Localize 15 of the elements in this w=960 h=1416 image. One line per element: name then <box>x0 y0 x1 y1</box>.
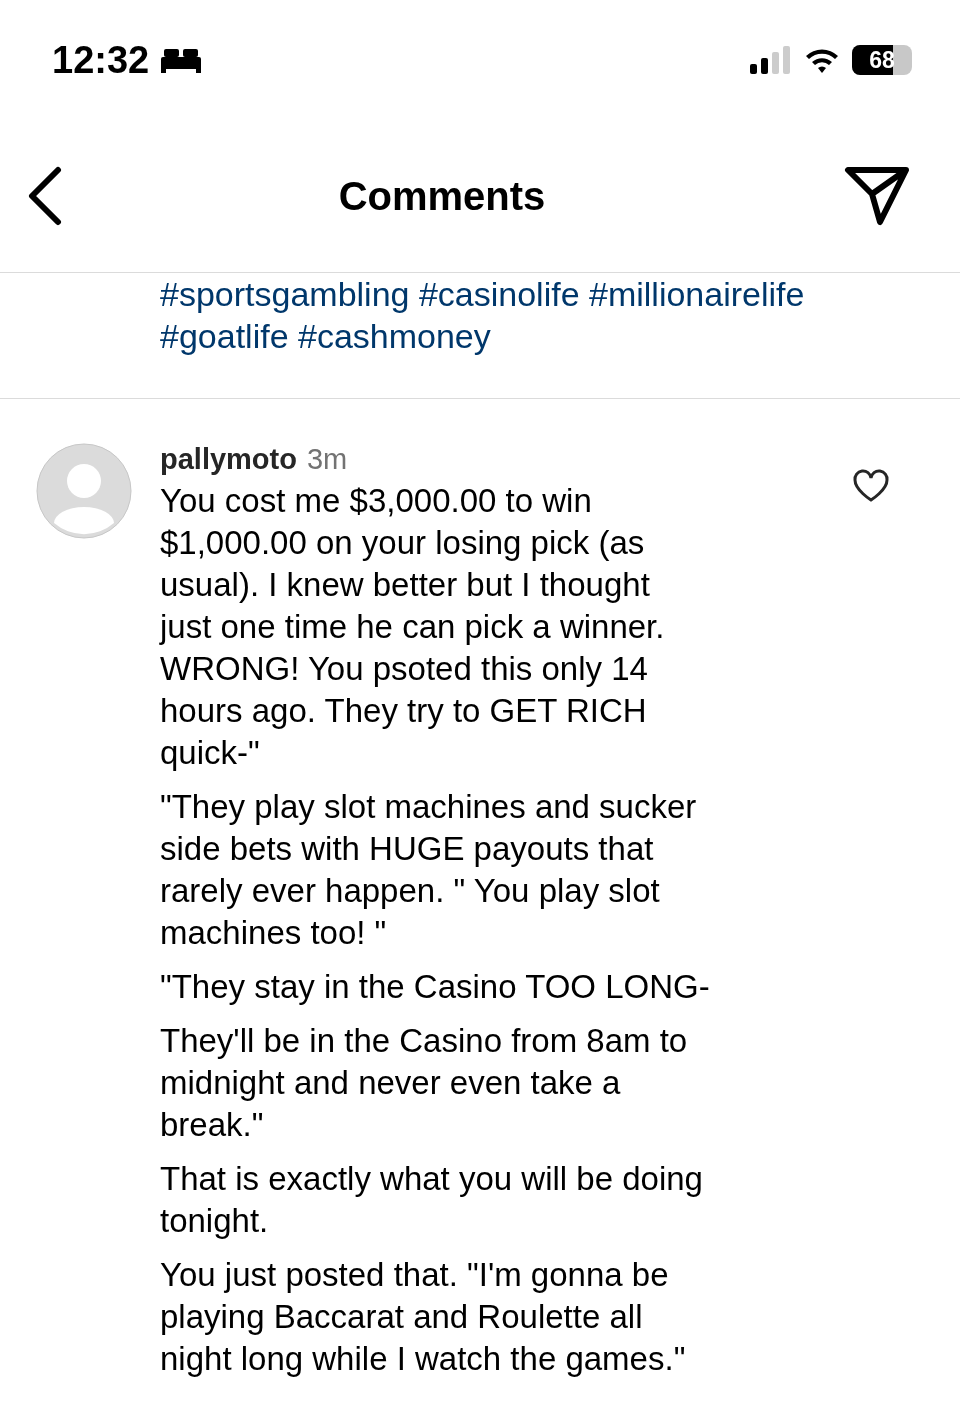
hashtags[interactable]: #sportsgambling #casinolife #millionairelife #goatlife #cashmoney <box>160 273 960 357</box>
comment-text: They'll be in the Casino from 8am to midnight and never even take a break." <box>160 1021 689 1145</box>
status-time: 12:32 <box>52 38 150 82</box>
comment-text: You cost me $3,000.00 to win $1,000.00 on your losing pick (as usual). I knew better but I thought just one time he can pick a winner. WRONG! You psoted this only 14 hours ago. They try to GET RICH quick-" <box>160 481 666 773</box>
page-title: Comments <box>338 173 546 219</box>
comment-text: You just posted that. "I'm gonna be playing Baccarat and Roulette all night long while I watch the games." <box>160 1255 687 1379</box>
comment-text: "They stay in the Casino TOO LONG- <box>160 967 711 1007</box>
comment-age: 3m <box>306 443 348 476</box>
send-button[interactable] <box>844 166 910 226</box>
like-button[interactable] <box>852 469 890 503</box>
comment-text: "They play slot machines and sucker side bets with HUGE payouts that rarely ever happen. " You play slot machines too! " <box>160 787 698 953</box>
username[interactable]: pallymoto <box>160 443 297 476</box>
bed-icon <box>161 47 202 73</box>
comment-text: That is exactly what you will be doing tonight. <box>160 1159 704 1241</box>
signal-icon <box>750 46 792 74</box>
